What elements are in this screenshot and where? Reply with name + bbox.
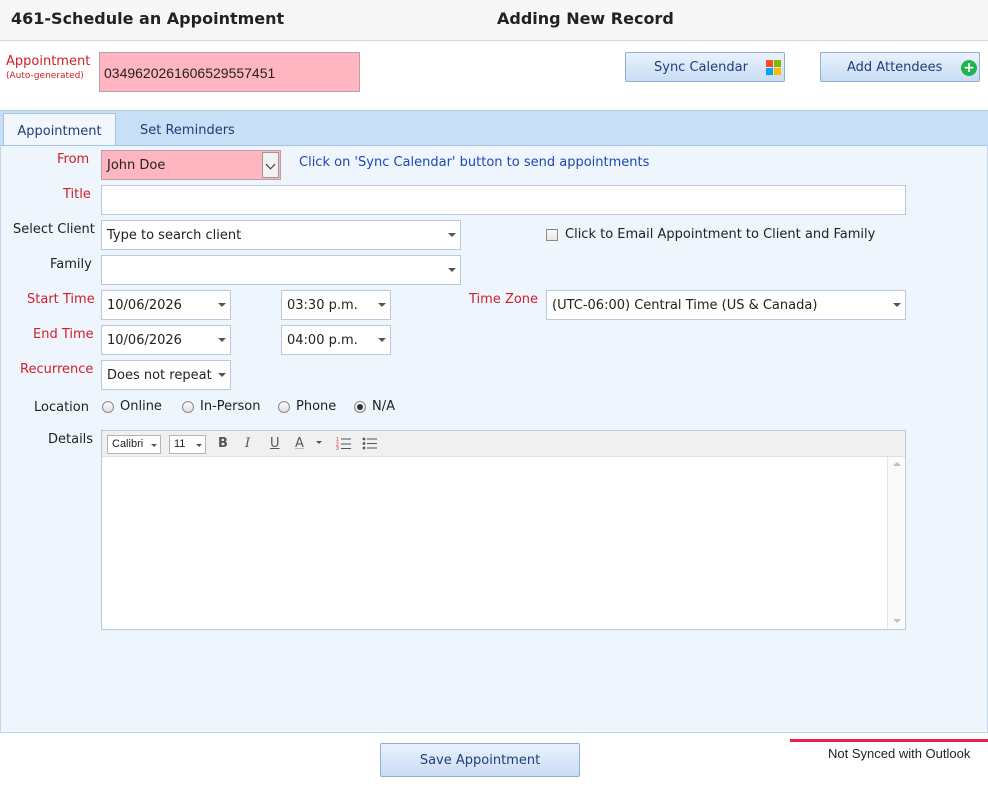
svg-text:3: 3 bbox=[336, 446, 339, 450]
time-zone-value: (UTC-06:00) Central Time (US & Canada) bbox=[552, 298, 818, 313]
windows-icon bbox=[766, 60, 781, 75]
location-phone-label: Phone bbox=[296, 399, 337, 414]
family-select[interactable] bbox=[101, 255, 461, 285]
appointment-id-label: Appointment bbox=[6, 54, 91, 69]
add-attendees-button[interactable]: Add Attendees + bbox=[820, 52, 980, 82]
scroll-up-icon[interactable] bbox=[893, 462, 901, 466]
editor-scrollbar[interactable] bbox=[887, 457, 904, 629]
location-phone-radio[interactable] bbox=[278, 401, 290, 413]
sync-hint: Click on 'Sync Calendar' button to send … bbox=[299, 155, 650, 170]
font-family-select[interactable]: Calibri bbox=[107, 435, 161, 454]
sync-status-indicator bbox=[790, 739, 988, 742]
end-date-picker[interactable]: 10/06/2026 bbox=[101, 325, 231, 355]
location-label: Location bbox=[34, 400, 89, 415]
numbered-list-icon[interactable]: 1 2 3 bbox=[336, 436, 352, 453]
details-label: Details bbox=[48, 432, 94, 447]
start-date-value: 10/06/2026 bbox=[107, 298, 182, 313]
font-size-select[interactable]: 11 bbox=[169, 435, 206, 454]
start-date-picker[interactable]: 10/06/2026 bbox=[101, 290, 231, 320]
italic-button[interactable]: I bbox=[245, 436, 250, 451]
email-client-checkbox[interactable] bbox=[546, 229, 558, 241]
chevron-down-icon bbox=[218, 338, 226, 342]
recurrence-value: Does not repeat bbox=[107, 368, 212, 383]
client-search-input[interactable]: Type to search client bbox=[101, 220, 461, 250]
end-date-value: 10/06/2026 bbox=[107, 333, 182, 348]
from-select[interactable]: John Doe bbox=[101, 150, 281, 180]
appointment-id-sublabel: (Auto-generated) bbox=[6, 71, 84, 81]
location-in-person-radio[interactable] bbox=[182, 401, 194, 413]
font-family-value: Calibri bbox=[112, 438, 144, 450]
chevron-down-icon bbox=[218, 303, 226, 307]
title-label: Title bbox=[63, 187, 91, 202]
chevron-down-icon bbox=[448, 233, 456, 237]
time-zone-select[interactable]: (UTC-06:00) Central Time (US & Canada) bbox=[546, 290, 906, 320]
start-time-picker[interactable]: 03:30 p.m. bbox=[281, 290, 391, 320]
title-input[interactable] bbox=[101, 185, 906, 215]
location-in-person-label: In-Person bbox=[200, 399, 261, 414]
save-appointment-label: Save Appointment bbox=[419, 753, 541, 768]
editor-toolbar: Calibri 11 B I U A 1 2 3 bbox=[102, 431, 905, 457]
location-online-radio[interactable] bbox=[102, 401, 114, 413]
bold-button[interactable]: B bbox=[218, 436, 228, 451]
end-time-picker[interactable]: 04:00 p.m. bbox=[281, 325, 391, 355]
chevron-down-icon bbox=[196, 444, 202, 447]
chevron-down-icon bbox=[378, 303, 386, 307]
font-color-button[interactable]: A bbox=[295, 436, 304, 451]
chevron-down-icon bbox=[218, 373, 226, 377]
details-editor[interactable]: Calibri 11 B I U A 1 2 3 bbox=[101, 430, 906, 630]
font-color-dropdown-icon[interactable] bbox=[316, 441, 322, 444]
end-time-label: End Time bbox=[33, 327, 94, 342]
recurrence-label: Recurrence bbox=[20, 362, 94, 377]
chevron-down-icon bbox=[893, 303, 901, 307]
chevron-down-icon bbox=[262, 152, 279, 178]
bullet-list-icon[interactable] bbox=[362, 436, 378, 454]
recurrence-select[interactable]: Does not repeat bbox=[101, 360, 231, 390]
add-attendees-label: Add Attendees bbox=[847, 60, 943, 75]
screen-title: 461-Schedule an Appointment bbox=[11, 9, 285, 28]
location-online-label: Online bbox=[120, 399, 162, 414]
family-label: Family bbox=[50, 257, 92, 272]
tab-set-reminders[interactable]: Set Reminders bbox=[140, 113, 235, 147]
location-na-label: N/A bbox=[372, 399, 395, 414]
location-na-radio[interactable] bbox=[354, 401, 366, 413]
font-size-value: 11 bbox=[174, 438, 186, 450]
scroll-down-icon[interactable] bbox=[893, 619, 901, 623]
client-search-placeholder: Type to search client bbox=[107, 228, 242, 243]
time-zone-label: Time Zone bbox=[469, 292, 539, 307]
appointment-id-field: 0349620261606529557451 bbox=[99, 52, 360, 92]
title-bar: 461-Schedule an Appointment Adding New R… bbox=[0, 0, 988, 41]
email-client-label: Click to Email Appointment to Client and… bbox=[565, 227, 876, 242]
sync-calendar-button[interactable]: Sync Calendar bbox=[625, 52, 785, 82]
select-client-label: Select Client bbox=[13, 222, 95, 237]
from-label: From bbox=[57, 152, 90, 167]
chevron-down-icon bbox=[151, 444, 157, 447]
add-icon: + bbox=[961, 60, 977, 76]
end-time-value: 04:00 p.m. bbox=[287, 333, 358, 348]
underline-button[interactable]: U bbox=[270, 436, 280, 451]
sync-status-text: Not Synced with Outlook bbox=[828, 746, 971, 761]
tab-appointment[interactable]: Appointment bbox=[3, 113, 116, 147]
chevron-down-icon bbox=[378, 338, 386, 342]
save-appointment-button[interactable]: Save Appointment bbox=[380, 743, 580, 777]
record-status: Adding New Record bbox=[497, 9, 674, 28]
chevron-down-icon bbox=[448, 268, 456, 272]
sync-calendar-label: Sync Calendar bbox=[654, 60, 748, 75]
tab-strip: Appointment Set Reminders bbox=[0, 110, 988, 147]
start-time-value: 03:30 p.m. bbox=[287, 298, 358, 313]
from-value: John Doe bbox=[107, 158, 166, 173]
start-time-label: Start Time bbox=[27, 292, 95, 307]
